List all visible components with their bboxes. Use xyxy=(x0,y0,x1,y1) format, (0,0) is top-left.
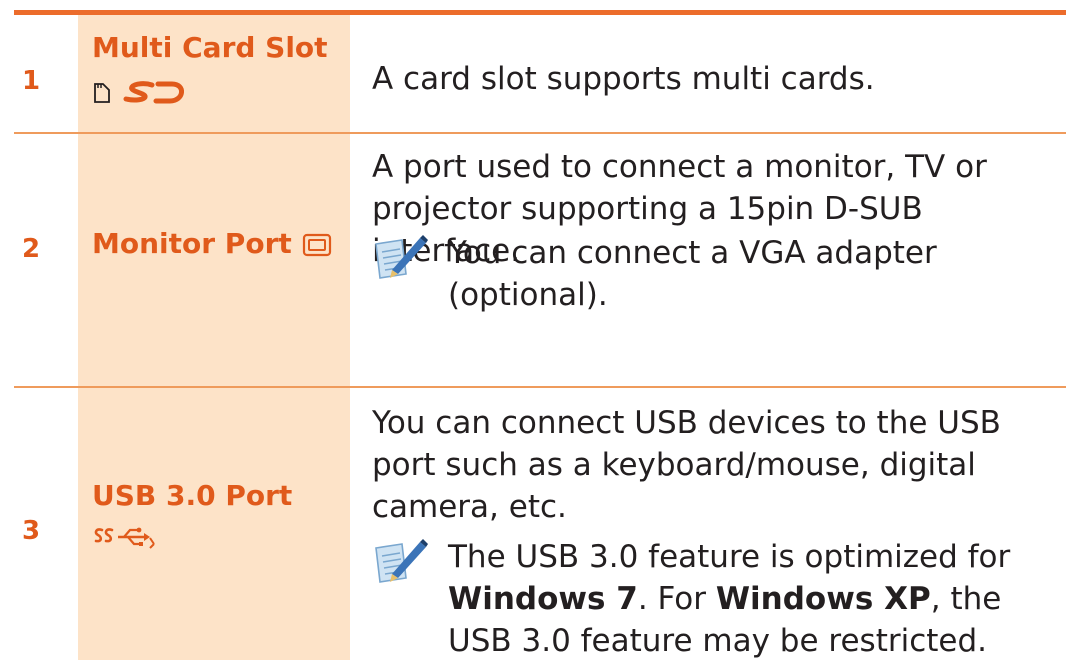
note-text-part: . For xyxy=(637,581,716,617)
monitor-icon xyxy=(302,233,331,257)
row-number: 1 xyxy=(22,66,41,96)
note-text-emphasis: Windows 7 xyxy=(448,581,638,617)
row-divider xyxy=(14,386,1066,388)
row-label-text: USB 3.0 Port xyxy=(92,479,293,512)
note-text-part: The USB 3.0 feature is optimized for xyxy=(448,539,1011,575)
row-description: A card slot supports multi cards. xyxy=(372,61,875,97)
note: You can connect a VGA adapter (optional)… xyxy=(372,232,1062,316)
row-label: Multi Card Slot xyxy=(92,30,350,66)
row-label-text: Multi Card Slot xyxy=(92,31,328,64)
row-label-icons xyxy=(92,524,156,550)
row-number: 3 xyxy=(22,516,41,546)
note: The USB 3.0 feature is optimized for Win… xyxy=(372,536,1062,662)
note-pencil-icon xyxy=(375,539,428,583)
row-label: USB 3.0 Port xyxy=(92,478,350,514)
note-pencil-icon xyxy=(375,235,428,279)
row-label: Monitor Port xyxy=(92,226,350,262)
note-text: The USB 3.0 feature is optimized for Win… xyxy=(372,536,1062,662)
label-column-background xyxy=(78,15,350,660)
row-description: You can connect USB devices to the USB p… xyxy=(372,405,1001,525)
row-label-text: Monitor Port xyxy=(92,227,292,260)
sd-logo-icon xyxy=(123,81,184,104)
memory-card-icon xyxy=(94,83,110,103)
row-number: 2 xyxy=(22,234,41,264)
row-divider xyxy=(14,132,1066,134)
usb-superspeed-icon xyxy=(94,527,155,549)
note-text-emphasis: Windows XP xyxy=(715,581,931,617)
note-text: You can connect a VGA adapter (optional)… xyxy=(448,235,937,313)
